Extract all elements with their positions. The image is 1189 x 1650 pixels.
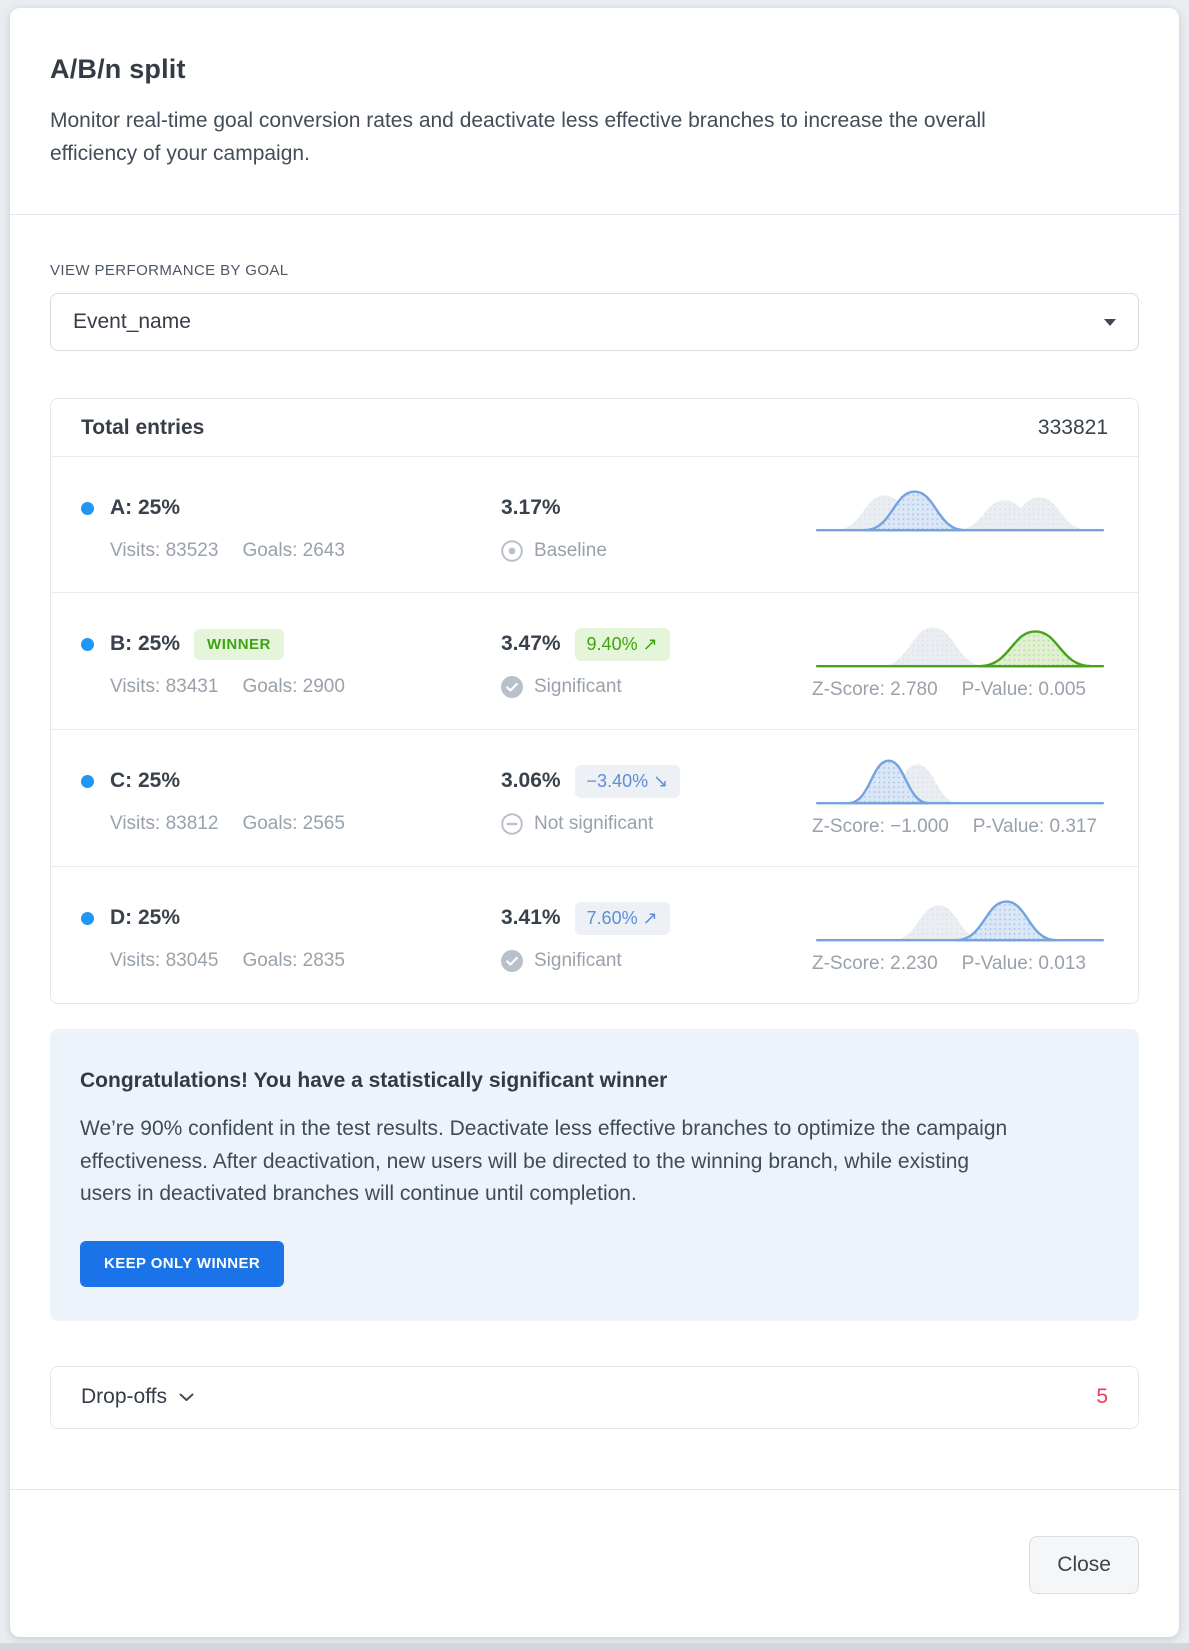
banner-body: We’re 90% confident in the test results.… bbox=[80, 1113, 1008, 1211]
variant-name: A: 25% bbox=[110, 496, 180, 520]
z-score-value: Z-Score: −1.000 bbox=[812, 816, 949, 838]
variant-color-dot bbox=[81, 912, 94, 925]
dropoffs-count: 5 bbox=[1096, 1385, 1108, 1409]
modal-body: VIEW PERFORMANCE BY GOAL Event_name Tota… bbox=[10, 215, 1179, 1441]
distribution-chart bbox=[812, 752, 1108, 808]
variant-color-dot bbox=[81, 502, 94, 515]
visits-stat: Visits: 83523 bbox=[110, 540, 218, 562]
variant-name: B: 25% bbox=[110, 632, 180, 656]
p-value: P-Value: 0.013 bbox=[962, 953, 1086, 975]
winner-banner: Congratulations! You have a statisticall… bbox=[50, 1029, 1139, 1321]
uplift-badge: 9.40% ↗ bbox=[575, 628, 670, 661]
variant-row-a: A: 25% Visits: 83523 Goals: 2643 3.17% bbox=[51, 457, 1138, 593]
modal-header: A/B/n split Monitor real-time goal conve… bbox=[10, 8, 1179, 214]
total-entries-value: 333821 bbox=[1038, 416, 1108, 440]
status-label: Baseline bbox=[534, 540, 607, 562]
winner-badge: WINNER bbox=[194, 629, 284, 660]
goal-select-label: VIEW PERFORMANCE BY GOAL bbox=[50, 262, 1139, 279]
total-entries-row: Total entries 333821 bbox=[51, 399, 1138, 457]
distribution-chart bbox=[812, 615, 1108, 671]
chevron-down-icon bbox=[179, 1393, 194, 1402]
p-value: P-Value: 0.005 bbox=[962, 679, 1086, 701]
variant-color-dot bbox=[81, 638, 94, 651]
variant-row-c: C: 25% Visits: 83812 Goals: 2565 3.06% −… bbox=[51, 730, 1138, 867]
goals-stat: Goals: 2565 bbox=[242, 813, 344, 835]
p-value: P-Value: 0.317 bbox=[973, 816, 1097, 838]
distribution-chart bbox=[812, 479, 1108, 535]
variant-color-dot bbox=[81, 775, 94, 788]
status-label: Significant bbox=[534, 950, 622, 972]
dropoffs-label: Drop-offs bbox=[81, 1385, 167, 1409]
dropoffs-toggle[interactable]: Drop-offs 5 bbox=[50, 1366, 1139, 1429]
goal-select[interactable]: Event_name bbox=[50, 293, 1139, 351]
visits-stat: Visits: 83045 bbox=[110, 950, 218, 972]
variant-row-d: D: 25% Visits: 83045 Goals: 2835 3.41% 7… bbox=[51, 867, 1138, 1003]
uplift-badge: 7.60% ↗ bbox=[575, 902, 670, 935]
z-score-value: Z-Score: 2.230 bbox=[812, 953, 938, 975]
goal-select-value: Event_name bbox=[73, 310, 191, 334]
goals-stat: Goals: 2900 bbox=[242, 676, 344, 698]
distribution-chart bbox=[812, 889, 1108, 945]
page-bottom-strip bbox=[0, 1643, 1189, 1650]
conversion-rate: 3.06% bbox=[501, 769, 561, 793]
goals-stat: Goals: 2643 bbox=[242, 540, 344, 562]
baseline-icon bbox=[501, 540, 523, 562]
visits-stat: Visits: 83431 bbox=[110, 676, 218, 698]
status-label: Not significant bbox=[534, 813, 653, 835]
status-label: Significant bbox=[534, 676, 622, 698]
conversion-rate: 3.47% bbox=[501, 632, 561, 656]
variant-name: D: 25% bbox=[110, 906, 180, 930]
page-description: Monitor real-time goal conversion rates … bbox=[50, 105, 1050, 170]
conversion-rate: 3.41% bbox=[501, 906, 561, 930]
variant-name: C: 25% bbox=[110, 769, 180, 793]
banner-title: Congratulations! You have a statisticall… bbox=[80, 1069, 1109, 1093]
variant-row-b: B: 25% WINNER Visits: 83431 Goals: 2900 … bbox=[51, 593, 1138, 730]
check-circle-icon bbox=[501, 676, 523, 698]
keep-only-winner-button[interactable]: KEEP ONLY WINNER bbox=[80, 1241, 284, 1287]
modal-footer: Close bbox=[10, 1489, 1179, 1637]
check-circle-icon bbox=[501, 950, 523, 972]
results-table: Total entries 333821 A: 25% Visits: 8352… bbox=[50, 398, 1139, 1004]
dropdown-caret-icon bbox=[1104, 319, 1116, 326]
conversion-rate: 3.17% bbox=[501, 496, 561, 520]
total-entries-label: Total entries bbox=[81, 416, 204, 440]
downlift-badge: −3.40% ↘ bbox=[575, 765, 681, 798]
z-score-value: Z-Score: 2.780 bbox=[812, 679, 938, 701]
page-title: A/B/n split bbox=[50, 54, 1139, 85]
close-button[interactable]: Close bbox=[1029, 1536, 1139, 1594]
minus-circle-icon bbox=[501, 813, 523, 835]
goals-stat: Goals: 2835 bbox=[242, 950, 344, 972]
ab-split-modal: A/B/n split Monitor real-time goal conve… bbox=[10, 8, 1179, 1637]
visits-stat: Visits: 83812 bbox=[110, 813, 218, 835]
